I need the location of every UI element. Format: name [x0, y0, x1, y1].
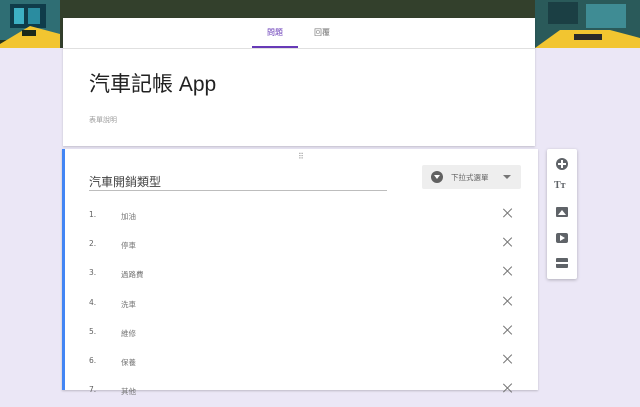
- option-label[interactable]: 維修: [121, 328, 136, 339]
- remove-option-icon[interactable]: [502, 295, 514, 307]
- add-section-icon[interactable]: [556, 258, 568, 268]
- option-number: 6.: [89, 356, 97, 365]
- option-label[interactable]: 加油: [121, 211, 136, 222]
- add-question-icon[interactable]: [556, 158, 568, 170]
- tab-questions[interactable]: 問題: [267, 27, 283, 38]
- option-row[interactable]: 6. 保養: [65, 349, 535, 378]
- remove-option-icon[interactable]: [502, 207, 514, 219]
- option-row[interactable]: 2. 停車: [65, 232, 535, 261]
- option-row[interactable]: 3. 過路費: [65, 261, 535, 290]
- option-number: 2.: [89, 239, 97, 248]
- option-label[interactable]: 洗車: [121, 299, 136, 310]
- option-label[interactable]: 保養: [121, 357, 136, 368]
- remove-option-icon[interactable]: [502, 382, 514, 394]
- chevron-down-icon: [503, 175, 511, 179]
- question-type-label: 下拉式選單: [451, 173, 489, 182]
- option-row[interactable]: 5. 維修: [65, 320, 535, 349]
- option-label[interactable]: 停車: [121, 240, 136, 251]
- remove-option-icon[interactable]: [502, 324, 514, 336]
- remove-option-icon[interactable]: [502, 236, 514, 248]
- option-row[interactable]: 7. 其他: [65, 378, 535, 407]
- form-header-card: 問題 回覆 汽車記帳 App 表單說明: [63, 18, 535, 146]
- option-label[interactable]: 過路費: [121, 269, 144, 280]
- active-tab-indicator: [252, 46, 298, 48]
- option-row[interactable]: 1. 加油: [65, 203, 535, 232]
- remove-option-icon[interactable]: [502, 353, 514, 365]
- option-number: 1.: [89, 210, 97, 219]
- option-number: 4.: [89, 298, 97, 307]
- question-title-input[interactable]: 汽車開銷類型: [89, 173, 387, 191]
- remove-option-icon[interactable]: [502, 265, 514, 277]
- option-label[interactable]: 其他: [121, 386, 136, 397]
- question-type-select[interactable]: 下拉式選單: [422, 165, 521, 189]
- option-number: 5.: [89, 327, 97, 336]
- dropdown-type-icon: [431, 171, 443, 183]
- add-title-icon[interactable]: Tт: [554, 180, 570, 196]
- form-description[interactable]: 表單說明: [89, 115, 117, 125]
- form-title[interactable]: 汽車記帳 App: [89, 68, 216, 98]
- option-number: 3.: [89, 268, 97, 277]
- tab-bar: 問題 回覆: [63, 18, 535, 49]
- drag-handle-icon[interactable]: ⠿: [298, 152, 304, 161]
- side-toolbar: Tт: [547, 149, 577, 279]
- tab-responses[interactable]: 回覆: [314, 27, 330, 38]
- add-image-icon[interactable]: [556, 207, 568, 217]
- question-card[interactable]: ⠿ 汽車開銷類型 下拉式選單 1. 加油 2. 停車 3. 過路費 4. 洗車 …: [62, 149, 538, 396]
- option-row[interactable]: 4. 洗車: [65, 291, 535, 320]
- add-video-icon[interactable]: [556, 233, 568, 243]
